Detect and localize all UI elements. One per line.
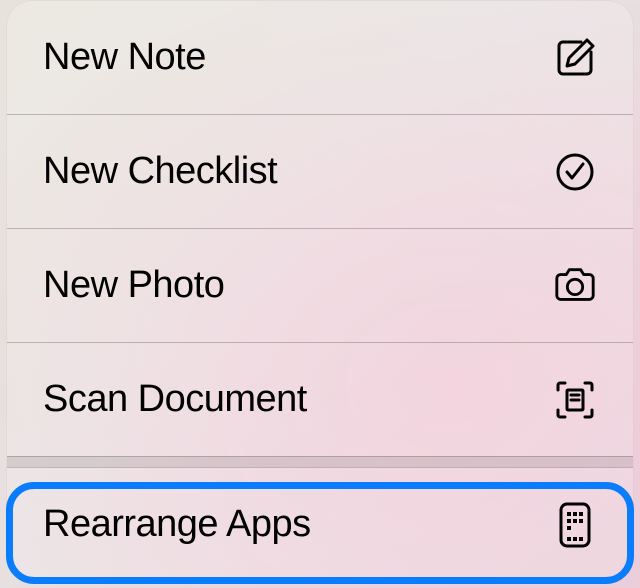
- menu-item-new-note[interactable]: New Note: [7, 1, 633, 114]
- menu-item-rearrange-apps[interactable]: Rearrange Apps: [7, 468, 633, 581]
- menu-item-scan-document[interactable]: Scan Document: [7, 343, 633, 456]
- menu-item-label: New Photo: [43, 264, 224, 307]
- menu-item-label: Rearrange Apps: [43, 503, 311, 546]
- document-scanner-icon: [553, 378, 597, 422]
- menu-item-new-checklist[interactable]: New Checklist: [7, 115, 633, 228]
- checkmark-circle-icon: [553, 150, 597, 194]
- menu-item-label: Scan Document: [43, 378, 307, 421]
- menu-item-new-photo[interactable]: New Photo: [7, 229, 633, 342]
- apps-iphone-icon: [553, 503, 597, 547]
- menu-section-separator: [7, 456, 633, 468]
- menu-item-label: New Checklist: [43, 150, 277, 193]
- context-menu: New Note New Checklist New Photo: [6, 0, 634, 582]
- compose-icon: [553, 36, 597, 80]
- camera-icon: [553, 264, 597, 308]
- menu-item-label: New Note: [43, 36, 206, 79]
